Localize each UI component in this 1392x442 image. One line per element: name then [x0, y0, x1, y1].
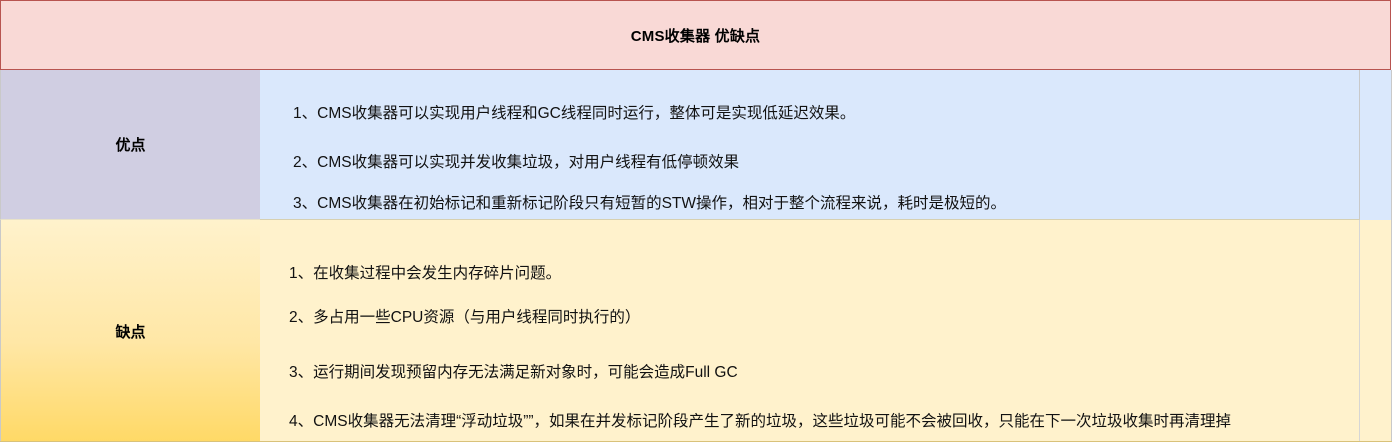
- cons-label-cell: 缺点: [0, 220, 260, 442]
- cons-content-cell: 1、在收集过程中会发生内存碎片问题。 2、多占用一些CPU资源（与用户线程同时执…: [260, 220, 1360, 442]
- cons-label: 缺点: [115, 323, 146, 341]
- pros-item-1: 1、CMS收集器可以实现用户线程和GC线程同时运行，整体可是实现低延迟效果。: [293, 105, 856, 122]
- cons-item-2: 2、多占用一些CPU资源（与用户线程同时执行的）: [289, 309, 641, 326]
- cons-row: 缺点 1、在收集过程中会发生内存碎片问题。 2、多占用一些CPU资源（与用户线程…: [0, 220, 1392, 442]
- pros-item-2: 2、CMS收集器可以实现并发收集垃圾，对用户线程有低停顿效果: [293, 154, 740, 171]
- cons-right-strip: [1360, 220, 1392, 442]
- cons-item-1: 1、在收集过程中会发生内存碎片问题。: [289, 265, 562, 282]
- pros-item-3: 3、CMS收集器在初始标记和重新标记阶段只有短暂的STW操作，相对于整个流程来说…: [293, 195, 1007, 212]
- pros-right-strip: [1360, 70, 1392, 220]
- table-title-row: CMS收集器 优缺点: [0, 0, 1391, 70]
- pros-label: 优点: [115, 137, 146, 154]
- comparison-table: CMS收集器 优缺点 优点 1、CMS收集器可以实现用户线程和GC线程同时运行，…: [0, 0, 1392, 442]
- cons-item-4: 4、CMS收集器无法清理“浮动垃圾””，如果在并发标记阶段产生了新的垃圾，这些垃…: [289, 413, 1232, 430]
- pros-label-cell: 优点: [0, 70, 260, 220]
- cons-item-3: 3、运行期间发现预留内存无法满足新对象时，可能会造成Full GC: [289, 364, 738, 381]
- table-title: CMS收集器 优缺点: [630, 27, 761, 45]
- pros-row: 优点 1、CMS收集器可以实现用户线程和GC线程同时运行，整体可是实现低延迟效果…: [0, 70, 1392, 220]
- pros-content-cell: 1、CMS收集器可以实现用户线程和GC线程同时运行，整体可是实现低延迟效果。 2…: [260, 70, 1360, 220]
